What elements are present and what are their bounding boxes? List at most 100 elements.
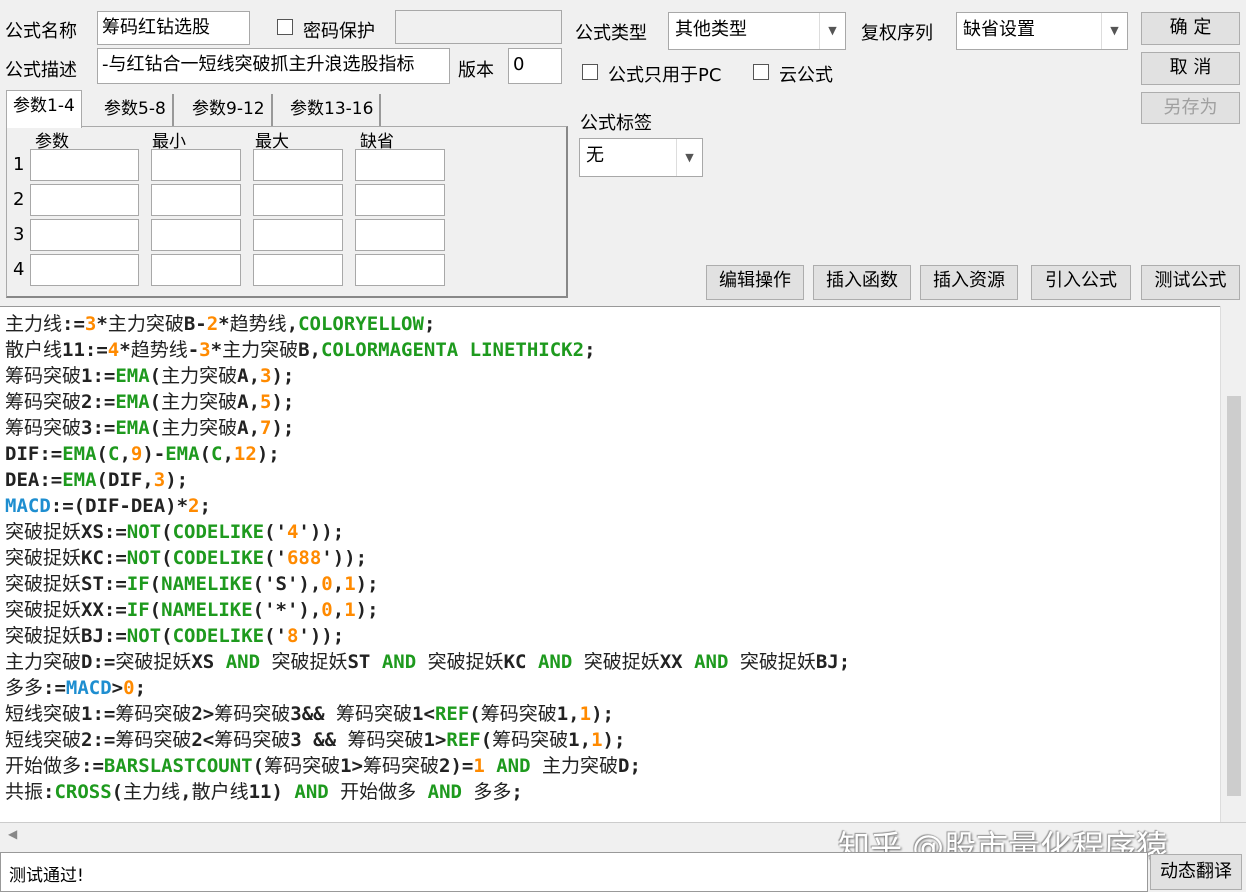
- code-operator: '));: [321, 547, 368, 569]
- param-default-input[interactable]: [355, 149, 445, 181]
- param-default-input[interactable]: [355, 184, 445, 216]
- pc-only-checkbox[interactable]: [582, 64, 598, 80]
- code-number: 3: [199, 339, 211, 361]
- code-operator: [531, 755, 542, 777]
- code-identifier: 筹码突破: [5, 391, 82, 413]
- edit-button[interactable]: 编辑操作: [706, 265, 804, 300]
- param-max-input[interactable]: [253, 184, 343, 216]
- code-operator: 2)=: [439, 755, 474, 777]
- tag-value: 无: [586, 145, 604, 166]
- param-min-input[interactable]: [151, 184, 241, 216]
- param-min-input[interactable]: [151, 254, 241, 286]
- code-operator: XS: [191, 651, 226, 673]
- code-operator: );: [355, 573, 379, 595]
- formula-desc-input[interactable]: -与红钻合一短线突破抓主升浪选股指标: [97, 48, 450, 84]
- insert-resource-button[interactable]: 插入资源: [920, 265, 1018, 300]
- code-operator: )-: [142, 443, 166, 465]
- formula-type-select[interactable]: 其他类型 ▼: [668, 12, 846, 50]
- code-number: 3: [153, 469, 166, 491]
- code-operator: (: [149, 599, 162, 621]
- param-max-input[interactable]: [253, 149, 343, 181]
- param-min-input[interactable]: [151, 149, 241, 181]
- code-operator: ,: [222, 443, 234, 465]
- code-number: 12: [233, 443, 257, 465]
- tab-params-5-8[interactable]: 参数5-8: [98, 94, 174, 126]
- code-line: 突破捉妖XS:=NOT(CODELIKE('4'));: [5, 519, 850, 545]
- code-function: AND: [381, 651, 417, 673]
- tab-params-9-12[interactable]: 参数9-12: [186, 94, 273, 126]
- formula-name-input[interactable]: 筹码红钻选股: [97, 11, 250, 45]
- code-line: 筹码突破1:=EMA(主力突破A,3);: [5, 363, 850, 389]
- code-identifier: 筹码突破: [347, 729, 424, 751]
- import-formula-button[interactable]: 引入公式: [1031, 265, 1131, 300]
- param-name-input[interactable]: [30, 254, 139, 286]
- code-editor[interactable]: 主力线:=3*主力突破B-2*趋势线,COLORYELLOW; 散户线11:=4*…: [0, 306, 1246, 824]
- code-function: REF: [446, 729, 481, 751]
- code-identifier: 多多: [5, 677, 44, 699]
- code-line: 短线突破2:=筹码突破2<筹码突破3 && 筹码突破1>REF(筹码突破1,1)…: [5, 727, 850, 753]
- code-operator: A,: [237, 417, 261, 439]
- param-default-input[interactable]: [355, 219, 445, 251]
- param-max-input[interactable]: [253, 254, 343, 286]
- formula-desc-label: 公式描述: [5, 60, 77, 81]
- scroll-left-icon[interactable]: ◀: [8, 827, 17, 841]
- cloud-checkbox[interactable]: [753, 64, 769, 80]
- code-macd: MACD: [65, 677, 112, 699]
- code-operator: (': [264, 625, 287, 647]
- code-function: NOT: [126, 521, 162, 543]
- code-operator: 3 &&: [290, 729, 348, 751]
- tag-select[interactable]: 无 ▼: [579, 138, 703, 177]
- password-checkbox[interactable]: [277, 19, 293, 35]
- tab-params-1-4[interactable]: 参数1-4: [6, 90, 82, 128]
- code-operator: (: [96, 443, 108, 465]
- code-identifier: 筹码突破: [480, 703, 557, 725]
- code-number: 2: [188, 495, 200, 517]
- code-function: COLORYELLOW: [298, 313, 424, 335]
- code-operator: (: [161, 625, 173, 647]
- code-operator: DIF:=: [5, 443, 63, 465]
- ok-button[interactable]: 确 定: [1141, 12, 1240, 45]
- param-name-input[interactable]: [30, 149, 139, 181]
- code-line: 主力线:=3*主力突破B-2*趋势线,COLORYELLOW;: [5, 311, 850, 337]
- code-operator: ('*'),: [252, 599, 322, 621]
- vertical-scrollbar[interactable]: [1220, 306, 1246, 824]
- code-operator: 1,: [556, 703, 580, 725]
- code-number: 8: [286, 625, 299, 647]
- tab-params-13-16[interactable]: 参数13-16: [284, 94, 382, 126]
- dynamic-translate-button[interactable]: 动态翻译: [1150, 854, 1242, 890]
- code-function: EMA: [62, 469, 97, 491]
- param-default-input[interactable]: [355, 254, 445, 286]
- version-input[interactable]: 0: [508, 48, 562, 84]
- code-operator: 1:=: [81, 365, 116, 387]
- code-text[interactable]: 主力线:=3*主力突破B-2*趋势线,COLORYELLOW; 散户线11:=4*…: [5, 311, 850, 805]
- code-identifier: 短线突破: [5, 703, 82, 725]
- code-identifier: 突破捉妖: [5, 573, 82, 595]
- code-operator: B-: [183, 313, 207, 335]
- save-as-button[interactable]: 另存为: [1141, 92, 1240, 124]
- code-operator: [572, 651, 583, 673]
- param-name-input[interactable]: [30, 184, 139, 216]
- scroll-thumb[interactable]: [1227, 396, 1241, 796]
- param-name-input[interactable]: [30, 219, 139, 251]
- formula-type-label: 公式类型: [575, 23, 647, 44]
- code-number: 1: [344, 573, 356, 595]
- code-function: CODELIKE: [172, 625, 265, 647]
- param-max-input[interactable]: [253, 219, 343, 251]
- code-function: EMA: [115, 365, 150, 387]
- insert-function-button[interactable]: 插入函数: [813, 265, 911, 300]
- code-identifier: 主力突破: [161, 391, 238, 413]
- code-identifier: 筹码突破: [115, 703, 192, 725]
- code-operator: (: [149, 573, 162, 595]
- code-identifier: 突破捉妖: [5, 599, 82, 621]
- code-number: 0: [123, 677, 135, 699]
- test-formula-button[interactable]: 测试公式: [1141, 265, 1240, 300]
- param-min-input[interactable]: [151, 219, 241, 251]
- code-operator: BJ;: [815, 651, 851, 673]
- code-operator: ;: [134, 677, 147, 699]
- code-identifier: 筹码突破: [5, 417, 82, 439]
- code-identifier: 主力突破: [107, 313, 184, 335]
- cancel-button[interactable]: 取 消: [1141, 52, 1240, 85]
- code-macd: MACD: [5, 495, 51, 517]
- code-identifier: 主力线: [5, 313, 63, 335]
- adjust-select[interactable]: 缺省设置 ▼: [956, 12, 1128, 50]
